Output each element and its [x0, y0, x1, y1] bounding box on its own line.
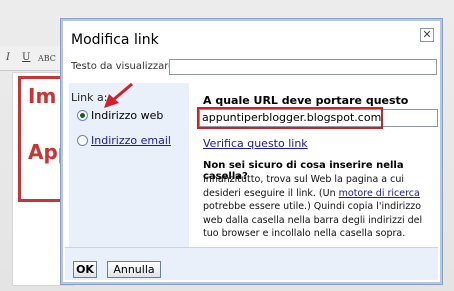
annotation-arrow-icon [104, 82, 133, 108]
